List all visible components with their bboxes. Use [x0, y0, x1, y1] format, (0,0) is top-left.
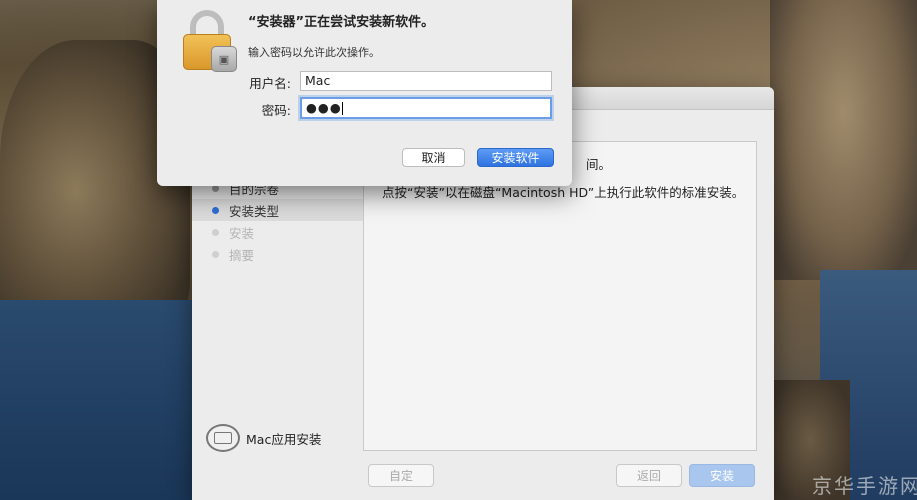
- package-name-label: Mac应用安装: [246, 431, 322, 447]
- username-field[interactable]: Mac: [300, 71, 552, 91]
- customize-button[interactable]: 自定: [368, 464, 434, 487]
- username-label: 用户名:: [249, 76, 291, 91]
- step-dot: [212, 228, 219, 236]
- step-label: 摘要: [229, 247, 255, 263]
- install-software-button[interactable]: 安装软件: [477, 148, 554, 167]
- password-label: 密码:: [261, 103, 291, 118]
- step-dot-active: [212, 206, 219, 214]
- installer-content-pane: 间。 点按“安装”以在磁盘“Macintosh HD”上执行此软件的标准安装。: [363, 141, 757, 451]
- step-label: 安装类型: [229, 203, 280, 219]
- package-name: Mac应用安装: [206, 424, 321, 452]
- password-field[interactable]: ●●●: [300, 97, 552, 119]
- install-button[interactable]: 安装: [689, 464, 755, 487]
- installer-steps-sidebar: 目的宗卷 安装类型 安装 摘要: [192, 177, 364, 265]
- step-summary: 摘要: [192, 243, 364, 265]
- lock-icon: ▣: [181, 8, 237, 72]
- password-masked-value: ●●●: [306, 100, 342, 115]
- step-dot: [212, 250, 219, 258]
- auth-dialog: ▣ “安装器”正在尝试安装新软件。 输入密码以允许此次操作。 用户名: Mac …: [157, 0, 572, 186]
- laptop-icon: [206, 424, 240, 452]
- auth-title: “安装器”正在尝试安装新软件。: [248, 15, 435, 30]
- cancel-button[interactable]: 取消: [402, 148, 465, 167]
- text-caret: [341, 102, 343, 115]
- username-value: Mac: [305, 73, 331, 88]
- auth-subtitle: 输入密码以允许此次操作。: [248, 46, 380, 59]
- installer-badge-icon: ▣: [211, 46, 237, 72]
- back-button[interactable]: 返回: [616, 464, 682, 487]
- step-install-type: 安装类型: [192, 199, 364, 221]
- desktop-cliff-right: [770, 0, 917, 280]
- content-text-line1: 间。: [586, 157, 612, 172]
- step-install: 安装: [192, 221, 364, 243]
- desktop-sea-left: [0, 300, 200, 500]
- watermark: 京华手游网: [812, 474, 917, 498]
- step-label: 安装: [229, 225, 255, 241]
